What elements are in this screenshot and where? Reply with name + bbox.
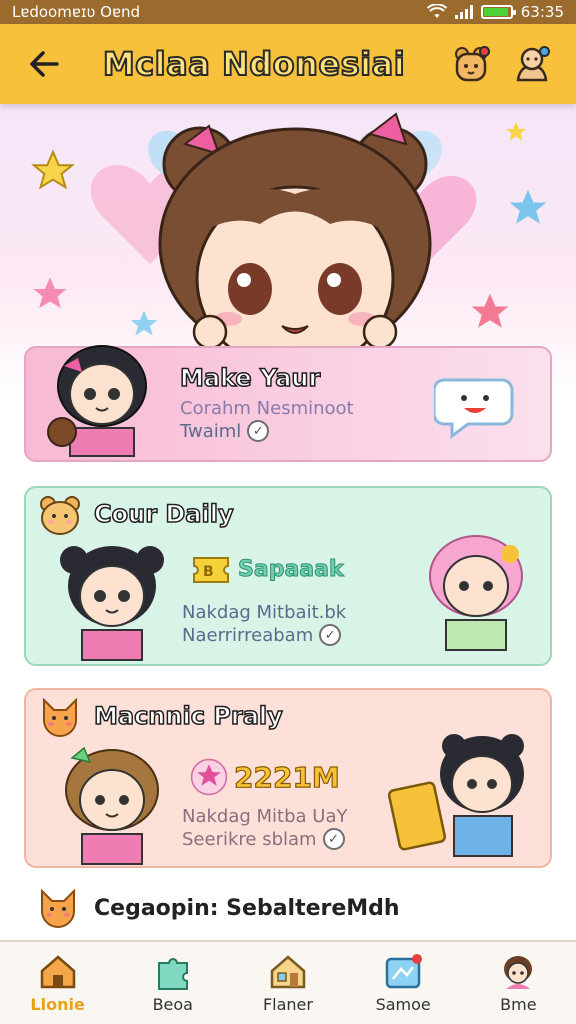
cat-icon (43, 697, 77, 737)
nav-label-puzzle: Beoa (152, 994, 193, 1014)
nav-me[interactable]: Bme (463, 953, 573, 1014)
reward-badge: B Sapaaak (190, 552, 344, 586)
reward-value: Sapaaak (238, 556, 345, 582)
ticket-icon: B (193, 557, 229, 583)
arrow-left-icon (30, 51, 59, 77)
character-avatar (60, 546, 164, 661)
bottom-navigation: Llonie Beoa Flaner Samoe Bme (0, 940, 576, 1024)
card-line-2: Naerrirreabam ✓ (182, 624, 342, 646)
status-icons: 63:35 (426, 3, 564, 21)
nav-game[interactable]: Samoe (348, 953, 458, 1014)
star-icon (509, 189, 547, 224)
nav-planner[interactable]: Flaner (233, 953, 343, 1014)
character-avatar (65, 746, 159, 865)
card-line-1: Nakdag Mitbait.bk (182, 602, 347, 623)
home-icon (40, 954, 75, 988)
check-icon: ✓ (319, 624, 342, 646)
card-title: Cour Daily (93, 499, 234, 529)
back-button[interactable] (18, 38, 70, 90)
cat-icon (41, 888, 75, 928)
page-title: Mclaa Ndonesiai (102, 44, 406, 84)
nav-label-me: Bme (500, 994, 537, 1014)
star-icon (471, 293, 509, 328)
daily-card[interactable]: Cour Daily B Sapaaak Nakdag Mitbait.bk N… (24, 486, 552, 666)
clock-text: 63:35 (520, 3, 564, 21)
nav-label-home: Llonie (30, 994, 85, 1014)
check-icon: ✓ (322, 828, 345, 850)
reward-badge: 2221M (190, 758, 340, 796)
svg-text:B: B (203, 564, 214, 580)
signal-icon (454, 5, 473, 19)
status-bar: Lɐdoomɐɪʋ Oɐnd 63:35 (0, 0, 576, 24)
star-icon (31, 149, 75, 190)
nav-label-game: Samoe (375, 994, 431, 1014)
nav-label-planner: Flaner (262, 994, 313, 1014)
nav-home[interactable]: Llonie (3, 953, 113, 1014)
info-text: Cegaopin: SebaltereMdh (94, 895, 400, 921)
app-bar: Mclaa Ndonesiai (0, 24, 576, 104)
puzzle-icon (157, 957, 188, 990)
profile-dot (539, 46, 550, 57)
card-subtitle: Corahm Nesminoot (180, 398, 354, 419)
check-icon: ✓ (247, 420, 270, 442)
carrier-text: Lɐdoomɐɪʋ Oɐnd (12, 3, 140, 21)
bear-icon (40, 496, 80, 535)
chat-bubble-icon (434, 378, 514, 439)
notification-button[interactable] (446, 38, 498, 90)
magic-card[interactable]: Macnnic Praly 2221M Nakdag Mitba UaY See… (24, 688, 552, 868)
character-avatar-pink (429, 535, 523, 651)
card-title: Macnnic Praly (93, 701, 283, 731)
character-avatar-book (388, 734, 524, 857)
profile-button[interactable] (506, 38, 558, 90)
card-line-2-text: Seerikre sblam (182, 828, 317, 850)
card-line-2-text: Naerrirreabam (182, 624, 314, 646)
make-your-card[interactable]: Make Yaur Corahm Nesminoot Twaiml ✓ (24, 345, 552, 462)
notification-dot (479, 46, 490, 57)
card-title: Make Yaur (179, 363, 321, 393)
card-line-1: Nakdag Mitba UaY (182, 806, 348, 827)
card-status: Twaiml ✓ (180, 420, 270, 442)
info-row[interactable]: Cegaopin: SebaltereMdh (36, 884, 556, 932)
character-avatar (47, 345, 147, 457)
nav-puzzle[interactable]: Beoa (118, 953, 228, 1014)
card-line-2: Seerikre sblam ✓ (182, 828, 345, 850)
card-status-text: Twaiml (180, 420, 242, 442)
gift-icon (385, 953, 423, 988)
avatar-icon (504, 955, 533, 989)
house-icon (270, 954, 306, 988)
star-badge-icon (190, 758, 228, 796)
sparkle-icon (506, 122, 526, 141)
battery-icon (480, 5, 516, 19)
reward-value: 2221M (233, 760, 340, 794)
wifi-icon (426, 4, 447, 18)
star-icon (33, 277, 67, 309)
